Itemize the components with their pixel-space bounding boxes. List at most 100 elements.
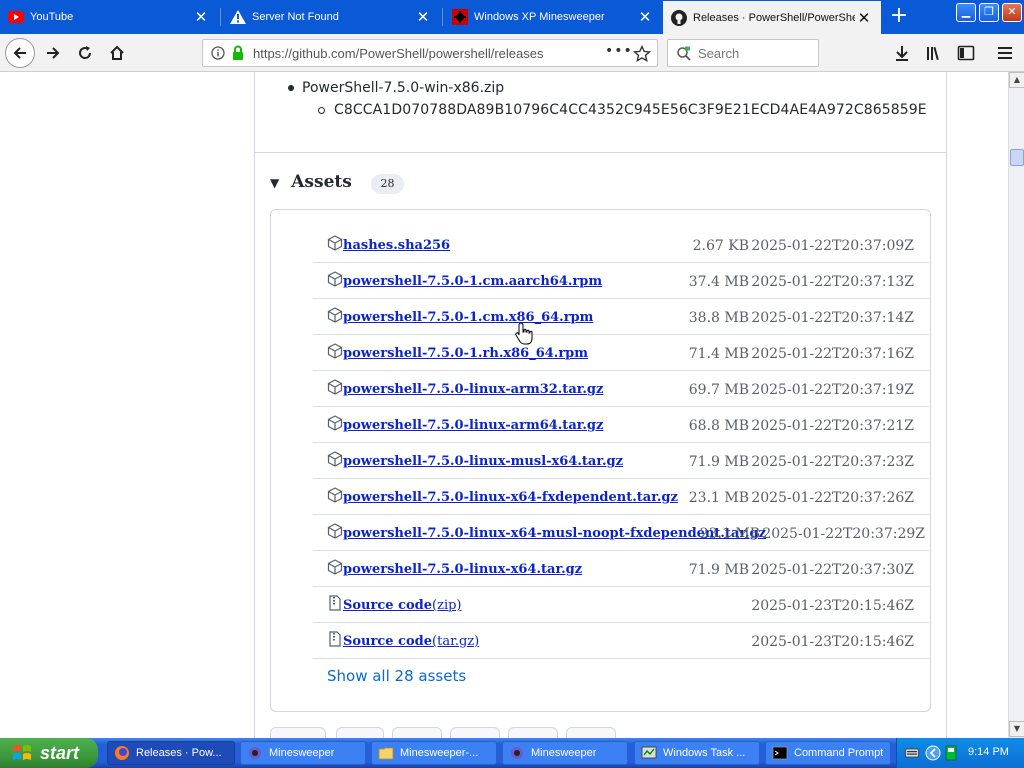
taskbar-item[interactable]: Minesweeper — [240, 741, 366, 765]
package-icon — [327, 343, 343, 359]
release-action-button[interactable] — [392, 727, 442, 738]
asset-link[interactable]: powershell-7.5.0-linux-x64.tar.gz — [343, 562, 582, 577]
asset-row: powershell-7.5.0-linux-x64-musl-noopt-fx… — [313, 515, 929, 551]
star-icon[interactable] — [633, 45, 651, 63]
asset-date: 2025-01-22T20:37:26Z — [751, 490, 914, 506]
navigation-toolbar: https://github.com/PowerShell/powershell… — [0, 34, 1024, 72]
asset-date: 2025-01-22T20:37:09Z — [751, 238, 914, 254]
scroll-down-button[interactable]: ▼ — [1009, 721, 1024, 737]
asset-link[interactable]: powershell-7.5.0-linux-musl-x64.tar.gz — [343, 454, 623, 469]
minimize-button[interactable]: ▁ — [956, 3, 976, 22]
asset-date: 2025-01-22T20:37:16Z — [751, 346, 914, 362]
asset-row: powershell-7.5.0-linux-arm32.tar.gz 69.7 … — [313, 371, 929, 407]
taskbar-item[interactable]: Releases · Pow... — [107, 741, 235, 765]
scroll-thumb[interactable] — [1010, 149, 1024, 166]
taskbar-item-label: Minesweeper-... — [400, 747, 479, 759]
tab-minesweeper[interactable]: Windows XP Minesweeper ✕ — [444, 2, 662, 32]
taskbar-item[interactable]: Windows Task ... — [634, 741, 760, 765]
taskbar-item-label: Releases · Pow... — [136, 747, 222, 759]
taskbar-item[interactable]: Minesweeper — [502, 741, 628, 765]
taskbar-item[interactable]: Minesweeper-... — [371, 741, 497, 765]
home-button[interactable] — [104, 40, 130, 66]
asset-row: Source code(tar.gz) 2025-01-23T20:15:46Z — [313, 623, 929, 659]
scroll-up-button[interactable]: ▲ — [1009, 72, 1024, 88]
downloads-button[interactable] — [889, 40, 915, 66]
back-button[interactable] — [5, 38, 35, 68]
reload-button[interactable] — [72, 40, 98, 66]
folder-icon — [378, 747, 394, 760]
reload-icon — [79, 46, 92, 59]
asset-link[interactable]: powershell-7.5.0-linux-arm64.tar.gz — [343, 418, 603, 433]
asset-date: 2025-01-22T20:37:29Z — [762, 526, 925, 542]
start-label: start — [40, 742, 80, 763]
lock-icon[interactable] — [231, 45, 245, 61]
taskbar-item-label: Command Prompt — [794, 747, 884, 759]
page-actions-icon[interactable]: ••• — [605, 43, 633, 59]
show-all-assets-link[interactable]: Show all 28 assets — [327, 667, 466, 685]
sidebar-button[interactable] — [953, 40, 979, 66]
sidebar-icon — [957, 45, 975, 61]
asset-link[interactable]: powershell-7.5.0-linux-x64-fxdependent.t… — [343, 490, 678, 505]
tab-server-not-found[interactable]: Server Not Found ✕ — [222, 2, 440, 32]
release-action-button[interactable] — [450, 727, 500, 738]
asset-row: powershell-7.5.0-1.cm.aarch64.rpm 37.4 MB… — [313, 263, 929, 299]
menu-button[interactable] — [992, 40, 1018, 66]
asset-date: 2025-01-22T20:37:19Z — [751, 382, 914, 398]
asset-link[interactable]: powershell-7.5.0-1.rh.x86_64.rpm — [343, 346, 588, 361]
chevron-left-icon[interactable] — [925, 745, 941, 761]
asset-size: 71.9 MB — [688, 562, 749, 578]
asset-date: 2025-01-23T20:15:46Z — [751, 598, 914, 614]
release-action-button[interactable] — [336, 727, 384, 738]
asset-name: powershell-7.5.0-1.cm.x86_64.rpm — [343, 310, 594, 325]
package-icon — [327, 307, 343, 323]
close-icon[interactable]: ✕ — [855, 9, 873, 27]
release-action-button[interactable] — [508, 727, 558, 738]
clock[interactable]: 9:14 PM — [968, 746, 1009, 758]
library-button[interactable] — [921, 40, 947, 66]
taskbar-item[interactable]: Command Prompt — [765, 741, 891, 765]
arrow-left-icon — [13, 47, 26, 59]
asset-link[interactable]: hashes.sha256 — [343, 238, 450, 253]
asset-date: 2025-01-23T20:15:46Z — [751, 634, 914, 650]
minesweeper-icon — [249, 747, 261, 759]
network-icon[interactable] — [945, 745, 957, 761]
close-window-button[interactable]: ✕ — [1002, 3, 1022, 22]
package-icon — [327, 415, 343, 431]
asset-row: powershell-7.5.0-linux-musl-x64.tar.gz 71… — [313, 443, 929, 479]
tab-youtube[interactable]: YouTube ✕ — [0, 2, 218, 32]
asset-name: powershell-7.5.0-linux-musl-x64.tar.gz — [343, 454, 623, 469]
info-icon[interactable] — [211, 46, 225, 60]
keyboard-icon[interactable] — [905, 746, 919, 760]
release-action-button[interactable] — [566, 727, 616, 738]
asset-link[interactable]: powershell-7.5.0-1.cm.x86_64.rpm — [343, 310, 593, 325]
new-tab-button[interactable]: + — [884, 3, 914, 31]
maximize-button[interactable]: ❐ — [979, 3, 999, 22]
divider — [255, 152, 946, 153]
forward-button[interactable] — [40, 40, 66, 66]
release-action-button[interactable] — [270, 727, 326, 738]
asset-size: 2.67 KB — [692, 238, 749, 254]
start-button[interactable]: start — [0, 738, 98, 768]
asset-link[interactable]: powershell-7.5.0-1.cm.aarch64.rpm — [343, 274, 602, 289]
asset-name: powershell-7.5.0-1.rh.x86_64.rpm — [343, 346, 589, 361]
package-icon — [327, 235, 343, 251]
url-text[interactable]: https://github.com/PowerShell/powershell… — [253, 46, 543, 61]
package-icon — [327, 487, 343, 503]
asset-link[interactable]: powershell-7.5.0-linux-arm32.tar.gz — [343, 382, 603, 397]
tab-releases[interactable]: Releases · PowerShell/PowerShell ✕ — [663, 1, 881, 34]
asset-size: 69.7 MB — [688, 382, 749, 398]
asset-link[interactable]: Source code(tar.gz) — [343, 634, 479, 649]
vertical-scrollbar[interactable]: ▲ ▼ — [1008, 72, 1024, 738]
url-bar[interactable]: https://github.com/PowerShell/powershell… — [202, 39, 658, 67]
close-icon[interactable]: ✕ — [414, 8, 432, 26]
triangle-down-icon: ▼ — [270, 176, 280, 190]
asset-date: 2025-01-22T20:37:13Z — [751, 274, 914, 290]
close-icon[interactable]: ✕ — [192, 8, 210, 26]
asset-date: 2025-01-22T20:37:30Z — [751, 562, 914, 578]
package-icon — [327, 271, 343, 287]
package-icon — [327, 523, 343, 539]
close-icon[interactable]: ✕ — [636, 8, 654, 26]
assets-toggle[interactable]: ▼ Assets — [270, 172, 352, 192]
search-bar[interactable]: Search — [667, 39, 819, 67]
asset-link[interactable]: Source code(zip) — [343, 598, 462, 613]
